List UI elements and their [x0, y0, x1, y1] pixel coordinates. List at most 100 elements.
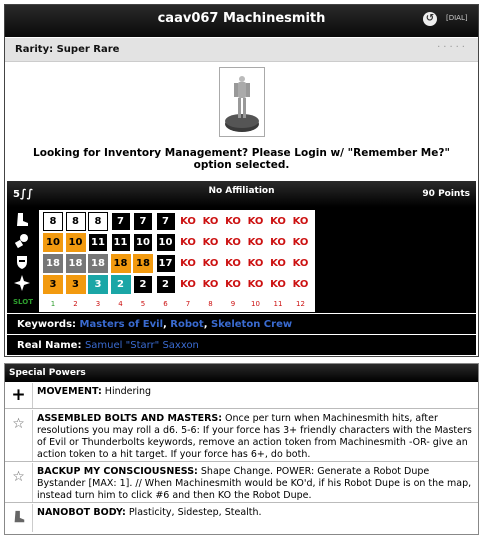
dial-cell-defense: KO	[223, 254, 243, 273]
dial-cell-speed: 7	[110, 212, 131, 231]
dial-cell-attack: 11	[88, 233, 108, 252]
keyword-link[interactable]: Masters of Evil	[80, 319, 164, 330]
dial-cell-damage: KO	[245, 275, 266, 294]
dial-cell-defense: 18	[65, 254, 86, 273]
dial-cell-defense: KO	[268, 254, 288, 273]
dial-cell-attack: KO	[200, 233, 221, 252]
keyword-link[interactable]: Skeleton Crew	[211, 319, 292, 330]
plus-icon: +	[5, 383, 33, 408]
dial-cell-damage: KO	[290, 275, 311, 294]
keyword-link[interactable]: Robot	[170, 319, 203, 330]
real-name-link[interactable]: Samuel "Starr" Saxxon	[85, 340, 199, 351]
dial-cell-damage: 2	[110, 275, 131, 294]
slot-number[interactable]: 3	[88, 297, 108, 311]
power-name: BACKUP MY CONSCIOUSNESS:	[37, 466, 198, 477]
dial-cell-defense: KO	[290, 254, 311, 273]
special-powers-panel: Special Powers + MOVEMENT: Hindering ☆ A…	[4, 363, 479, 535]
rarity-row: Rarity: Super Rare ·····	[5, 38, 478, 62]
dial-cell-attack: KO	[290, 233, 311, 252]
dial-cell-attack: 10	[43, 233, 63, 252]
dial-cell-speed: KO	[223, 212, 243, 231]
dial-cell-speed: KO	[200, 212, 221, 231]
slot-number[interactable]: 6	[156, 297, 176, 311]
slot-number[interactable]: 8	[201, 297, 221, 311]
dial-cell-defense: 18	[88, 254, 108, 273]
real-name-label: Real Name:	[17, 340, 82, 351]
dial-cell-attack: KO	[178, 233, 198, 252]
dial-cell-speed: 8	[43, 212, 63, 231]
dial-cell-defense: KO	[200, 254, 221, 273]
fist-icon	[11, 230, 33, 251]
dial-cell-defense: 18	[43, 254, 63, 273]
dial-cell-attack: 11	[110, 233, 131, 252]
dial-cell-speed: 7	[155, 212, 176, 231]
dial-cell-attack: KO	[268, 233, 288, 252]
keywords-label: Keywords:	[17, 319, 77, 330]
dial-cell-speed: 8	[65, 212, 86, 231]
dial-cell-defense: 17	[155, 254, 176, 273]
dial-cell-damage: 2	[133, 275, 153, 294]
dial-cell-speed: 8	[88, 212, 108, 231]
figure-image[interactable]	[219, 67, 265, 137]
title-bar: caav067 Machinesmith ↺ [DIAL]	[5, 5, 478, 37]
character-card: caav067 Machinesmith ↺ [DIAL] Rarity: Su…	[4, 4, 479, 357]
slot-number[interactable]: 9	[223, 297, 243, 311]
rarity-dots: ·····	[437, 42, 468, 53]
dial-cell-damage: KO	[178, 275, 198, 294]
dial-cell-attack: KO	[223, 233, 243, 252]
dial-cell-damage: KO	[268, 275, 288, 294]
combat-dial: SLOT 8 8 8 7 7 7 KO KO KO KO KO KO 10 10 11 11 10 10 KO KO K…	[7, 207, 476, 313]
slot-number[interactable]: 12	[291, 297, 311, 311]
dial-cell-defense: KO	[245, 254, 266, 273]
dial-link[interactable]: [DIAL]	[446, 14, 468, 22]
dial-cell-attack: 10	[155, 233, 176, 252]
dial-cell-damage: 3	[65, 275, 86, 294]
dial-cell-defense: 18	[110, 254, 131, 273]
dial-cell-attack: 10	[133, 233, 153, 252]
dial-grid: 8 8 8 7 7 7 KO KO KO KO KO KO 10 10 11 11 10 10 KO KO KO KO KO…	[39, 210, 315, 312]
slot-number[interactable]: 11	[268, 297, 288, 311]
stat-header: 5∫∫ No Affiliation 90 Points	[7, 181, 476, 207]
dial-cell-damage: KO	[200, 275, 221, 294]
power-row: + MOVEMENT: Hindering	[5, 383, 478, 409]
slot-number[interactable]: 7	[178, 297, 198, 311]
dial-cell-speed: KO	[245, 212, 266, 231]
real-name-row: Real Name: Samuel "Starr" Saxxon	[7, 335, 476, 355]
power-text: Plasticity, Sidestep, Stealth.	[125, 507, 262, 518]
slot-number[interactable]: 2	[66, 297, 86, 311]
dial-cell-damage: 3	[88, 275, 108, 294]
star-icon: ☆	[5, 463, 33, 502]
dial-cell-speed: KO	[178, 212, 198, 231]
keywords-row: Keywords: Masters of Evil, Robot, Skelet…	[7, 314, 476, 334]
power-name: NANOBOT BODY:	[37, 507, 126, 518]
slot-number[interactable]: 1	[43, 297, 63, 311]
undo-icon[interactable]: ↺	[423, 12, 437, 26]
affiliation: No Affiliation	[208, 186, 275, 196]
power-name: ASSEMBLED BOLTS AND MASTERS:	[37, 413, 223, 424]
dial-cell-attack: 10	[65, 233, 86, 252]
shield-icon	[11, 251, 33, 272]
special-powers-header: Special Powers	[5, 364, 478, 382]
power-name: MOVEMENT:	[37, 386, 102, 397]
dial-cell-damage: KO	[223, 275, 243, 294]
power-row: ☆ BACKUP MY CONSCIOUSNESS: Shape Change.…	[5, 463, 478, 503]
slot-label: SLOT	[13, 298, 33, 306]
slot-number[interactable]: 4	[111, 297, 131, 311]
star-icon: ☆	[5, 410, 33, 461]
slot-number[interactable]: 5	[133, 297, 153, 311]
rarity-label: Rarity: Super Rare	[15, 44, 120, 55]
boot-icon	[11, 209, 33, 230]
power-row: NANOBOT BODY: Plasticity, Sidestep, Stea…	[5, 504, 478, 532]
power-row: ☆ ASSEMBLED BOLTS AND MASTERS: Once per …	[5, 410, 478, 462]
dial-cell-speed: 7	[133, 212, 153, 231]
dial-cell-damage: 2	[155, 275, 176, 294]
dial-cell-attack: KO	[245, 233, 266, 252]
dial-cell-speed: KO	[290, 212, 311, 231]
starburst-icon	[11, 272, 33, 293]
slot-number[interactable]: 10	[246, 297, 266, 311]
dial-cell-speed: KO	[268, 212, 288, 231]
power-text: Hindering	[101, 386, 152, 397]
boot-icon	[5, 504, 33, 532]
dial-cell-damage: 3	[43, 275, 63, 294]
dial-cell-defense: KO	[178, 254, 198, 273]
